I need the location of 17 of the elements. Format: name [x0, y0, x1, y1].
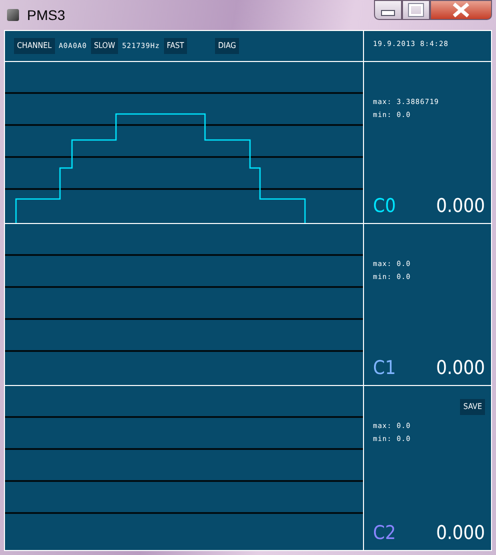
app-icon: [7, 9, 19, 21]
close-button[interactable]: [430, 0, 492, 20]
toolbar-button[interactable]: DIAG: [215, 38, 240, 54]
channel-label: C2: [373, 522, 396, 544]
toolbar-button[interactable]: SLOW: [90, 38, 118, 54]
close-icon: [451, 2, 471, 18]
channel-value: 0.000: [436, 195, 485, 217]
channel-value: 0.000: [436, 522, 485, 544]
window-title: PMS3: [27, 7, 66, 23]
save-button[interactable]: SAVE: [460, 399, 485, 415]
toolbar-button[interactable]: CHANNEL: [14, 38, 55, 54]
minimize-button[interactable]: [374, 0, 402, 20]
channel-value: 0.000: [436, 357, 485, 379]
channel-label: C1: [373, 357, 396, 379]
channel-label: C0: [373, 195, 396, 217]
maximize-button[interactable]: [402, 0, 430, 20]
toolbar-button[interactable]: FAST: [164, 38, 188, 54]
